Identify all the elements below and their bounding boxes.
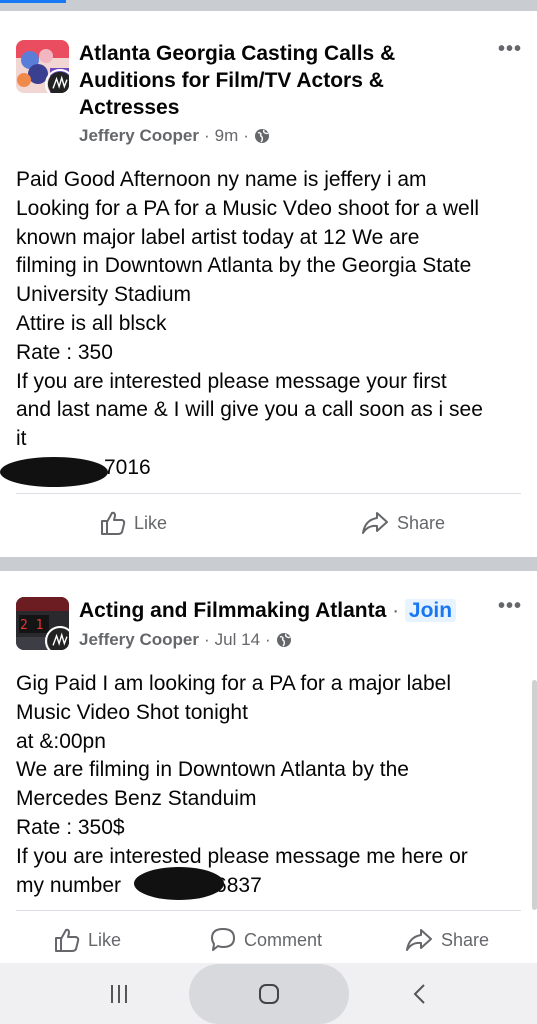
page-profile-icon	[45, 69, 69, 93]
share-button[interactable]: Share	[405, 927, 489, 953]
share-arrow-icon	[406, 929, 432, 951]
post-body: Gig Paid I am looking for a PA for a maj…	[16, 672, 468, 897]
top-tab-indicator-bar	[0, 0, 537, 10]
post-body: Paid Good Afternoon ny name is jeffery i…	[16, 168, 483, 479]
group-name-link[interactable]: Atlanta Georgia Casting Calls & Audition…	[79, 40, 395, 121]
post-divider	[16, 493, 521, 494]
meta-separator: ·	[243, 126, 249, 145]
post-meta: Jeffery Cooper · Jul 14 ·	[79, 630, 292, 650]
like-label: Like	[88, 929, 122, 950]
join-group-button[interactable]: Join	[404, 599, 457, 622]
comment-bubble-icon	[211, 928, 235, 951]
like-button[interactable]: Like	[54, 927, 121, 953]
meta-separator: ·	[203, 630, 210, 649]
home-icon-wrap	[239, 963, 299, 1024]
post-time[interactable]: Jul 14	[215, 630, 260, 650]
thumbs-up-icon	[55, 928, 80, 952]
post-time[interactable]: 9m	[215, 126, 239, 146]
share-button[interactable]: Share	[361, 510, 445, 536]
redaction-mark	[0, 457, 108, 487]
share-arrow-icon	[362, 512, 388, 534]
group-name-link[interactable]: Acting and Filmmaking Atlanta	[79, 599, 386, 622]
thumbs-up-icon	[101, 511, 126, 535]
globe-icon	[254, 129, 269, 143]
redaction-mark	[134, 867, 224, 900]
svg-text:2 1: 2 1	[20, 618, 43, 633]
comment-label: Comment	[244, 929, 323, 950]
more-options-icon[interactable]: •••	[498, 38, 522, 61]
more-options-icon[interactable]: •••	[498, 595, 522, 618]
author-name[interactable]: Jeffery Cooper	[79, 630, 199, 650]
like-button[interactable]: Like	[100, 510, 167, 536]
home-icon	[259, 983, 279, 1004]
post-meta: Jeffery Cooper · 9m ·	[79, 126, 270, 146]
like-label: Like	[134, 512, 168, 533]
globe-icon	[276, 633, 291, 647]
scrollbar-thumb[interactable]	[532, 680, 537, 910]
share-label: Share	[441, 929, 490, 950]
page-profile-icon	[45, 626, 69, 650]
phone-prefix-label: my number	[16, 873, 122, 897]
system-navigation-bar	[0, 963, 537, 1024]
phone-number-visible: 7016	[104, 455, 151, 479]
meta-separator: ·	[392, 599, 405, 622]
comment-button[interactable]: Comment	[210, 927, 322, 953]
back-icon	[413, 983, 425, 1004]
post-divider	[16, 910, 521, 911]
group-avatar[interactable]	[16, 40, 69, 93]
feed-post: Atlanta Georgia Casting Calls & Audition…	[0, 11, 537, 557]
back-button[interactable]	[390, 963, 450, 1024]
meta-separator: ·	[203, 126, 210, 145]
feed-post: 2 1 Acting and Filmmaking Atlanta · Join…	[0, 571, 537, 963]
group-name-row: Acting and Filmmaking Atlanta · Join	[79, 597, 457, 624]
share-label: Share	[397, 512, 446, 533]
author-name[interactable]: Jeffery Cooper	[79, 126, 199, 146]
active-tab-underline	[0, 0, 66, 3]
meta-separator: ·	[265, 630, 271, 649]
recents-icon	[111, 984, 127, 1003]
recents-button[interactable]	[89, 963, 149, 1024]
group-avatar[interactable]: 2 1	[16, 597, 69, 650]
